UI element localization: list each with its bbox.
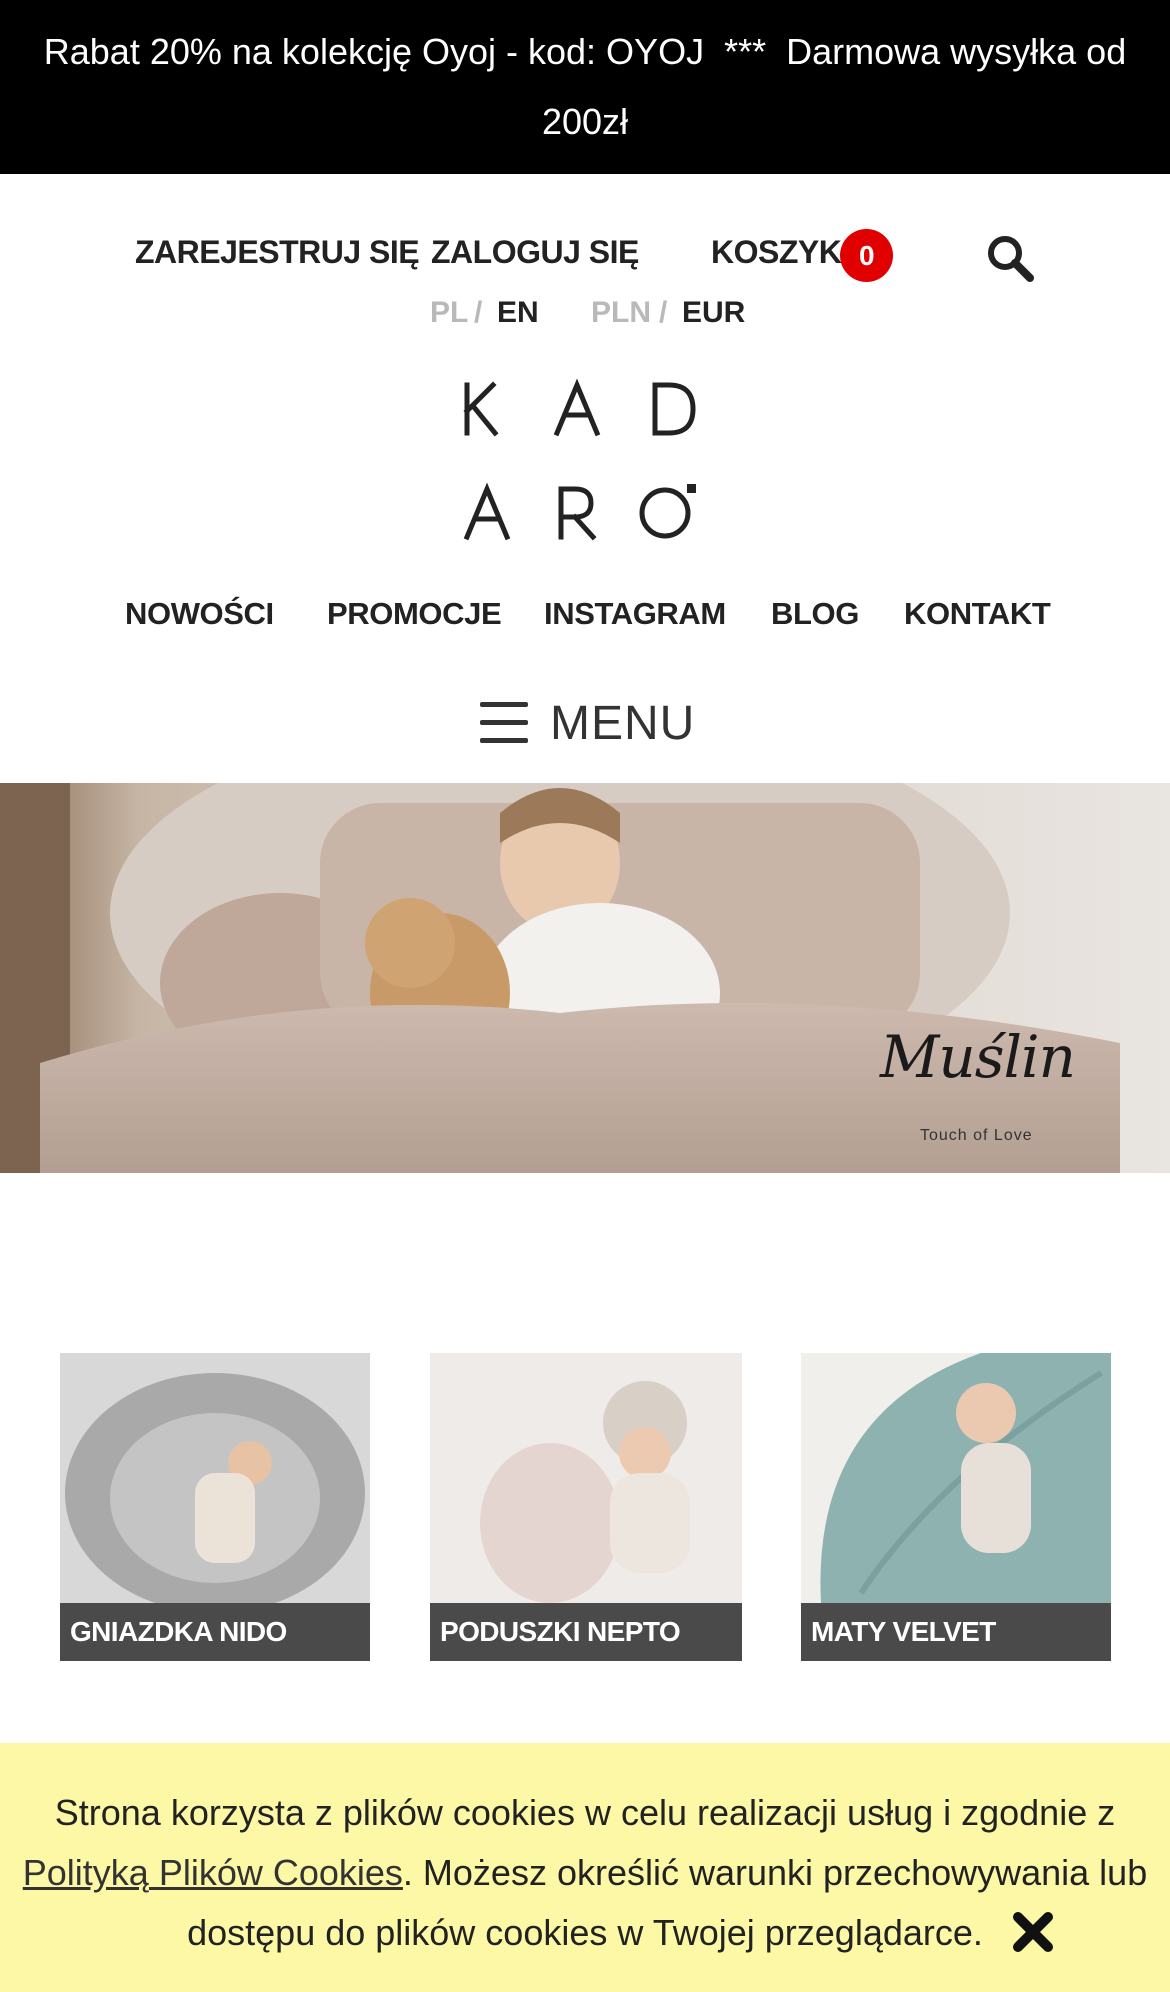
register-link[interactable]: ZAREJESTRUJ SIĘ [135,234,420,271]
nav-item-blog[interactable]: BLOG [771,596,859,632]
kadaro-logo[interactable] [455,375,715,555]
category-label: PODUSZKI NEPTO [430,1603,742,1661]
user-nav: ZAREJESTRUJ SIĘ ZALOGUJ SIĘ KOSZYK 0 [0,226,1170,286]
hamburger-icon [478,698,530,748]
category-image [430,1353,742,1603]
cookie-consent-bar: Strona korzysta z plików cookies w celu … [0,1743,1170,1992]
category-tile-maty-velvet[interactable]: MATY VELVET [801,1353,1111,1661]
category-image [801,1353,1111,1603]
category-tile-gniazdka-nido[interactable]: GNIAZDKA NIDO [60,1353,370,1661]
cookie-text-before: Strona korzysta z plików cookies w celu … [54,1792,1116,1833]
main-nav: NOWOŚCI PROMOCJE INSTAGRAM BLOG KONTAKT [0,596,1170,640]
nav-item-nowosci[interactable]: NOWOŚCI [125,596,274,632]
hero-banner[interactable]: Muślin Touch of Love [0,783,1170,1173]
login-link[interactable]: ZALOGUJ SIĘ [431,234,639,271]
lang-separator: / [474,296,483,329]
promo-text-line2: 200zł [541,101,629,142]
category-image [60,1353,370,1603]
close-icon[interactable] [1010,1909,1056,1955]
currency-separator: / [659,296,668,329]
category-tile-poduszki-nepto[interactable]: PODUSZKI NEPTO [430,1353,742,1661]
nav-item-kontakt[interactable]: KONTAKT [904,596,1051,632]
category-label: GNIAZDKA NIDO [60,1603,370,1661]
menu-toggle-button[interactable]: MENU [478,688,708,758]
cart-count-badge[interactable]: 0 [840,229,893,282]
nav-item-instagram[interactable]: INSTAGRAM [544,596,726,632]
cart-link[interactable]: KOSZYK [711,234,842,271]
hero-script-title: Muślin [880,1023,1076,1091]
lang-pl[interactable]: PL [430,296,468,330]
hero-image [0,783,1170,1173]
currency-pln[interactable]: PLN [591,296,651,330]
search-icon[interactable] [984,232,1036,284]
lang-en[interactable]: EN [497,296,539,330]
nav-item-promocje[interactable]: PROMOCJE [327,596,502,632]
currency-eur[interactable]: EUR [682,296,745,330]
lang-currency-switcher: PL / EN PLN / EUR [0,296,1170,336]
menu-label: MENU [550,696,696,750]
hero-tagline: Touch of Love [920,1127,1033,1144]
cookie-policy-link[interactable]: Polityką Plików Cookies [23,1852,403,1893]
category-label: MATY VELVET [801,1603,1111,1661]
promo-bar: Rabat 20% na kolekcję Oyoj - kod: OYOJ *… [0,0,1170,174]
promo-text-line1: Rabat 20% na kolekcję Oyoj - kod: OYOJ *… [43,31,1127,72]
